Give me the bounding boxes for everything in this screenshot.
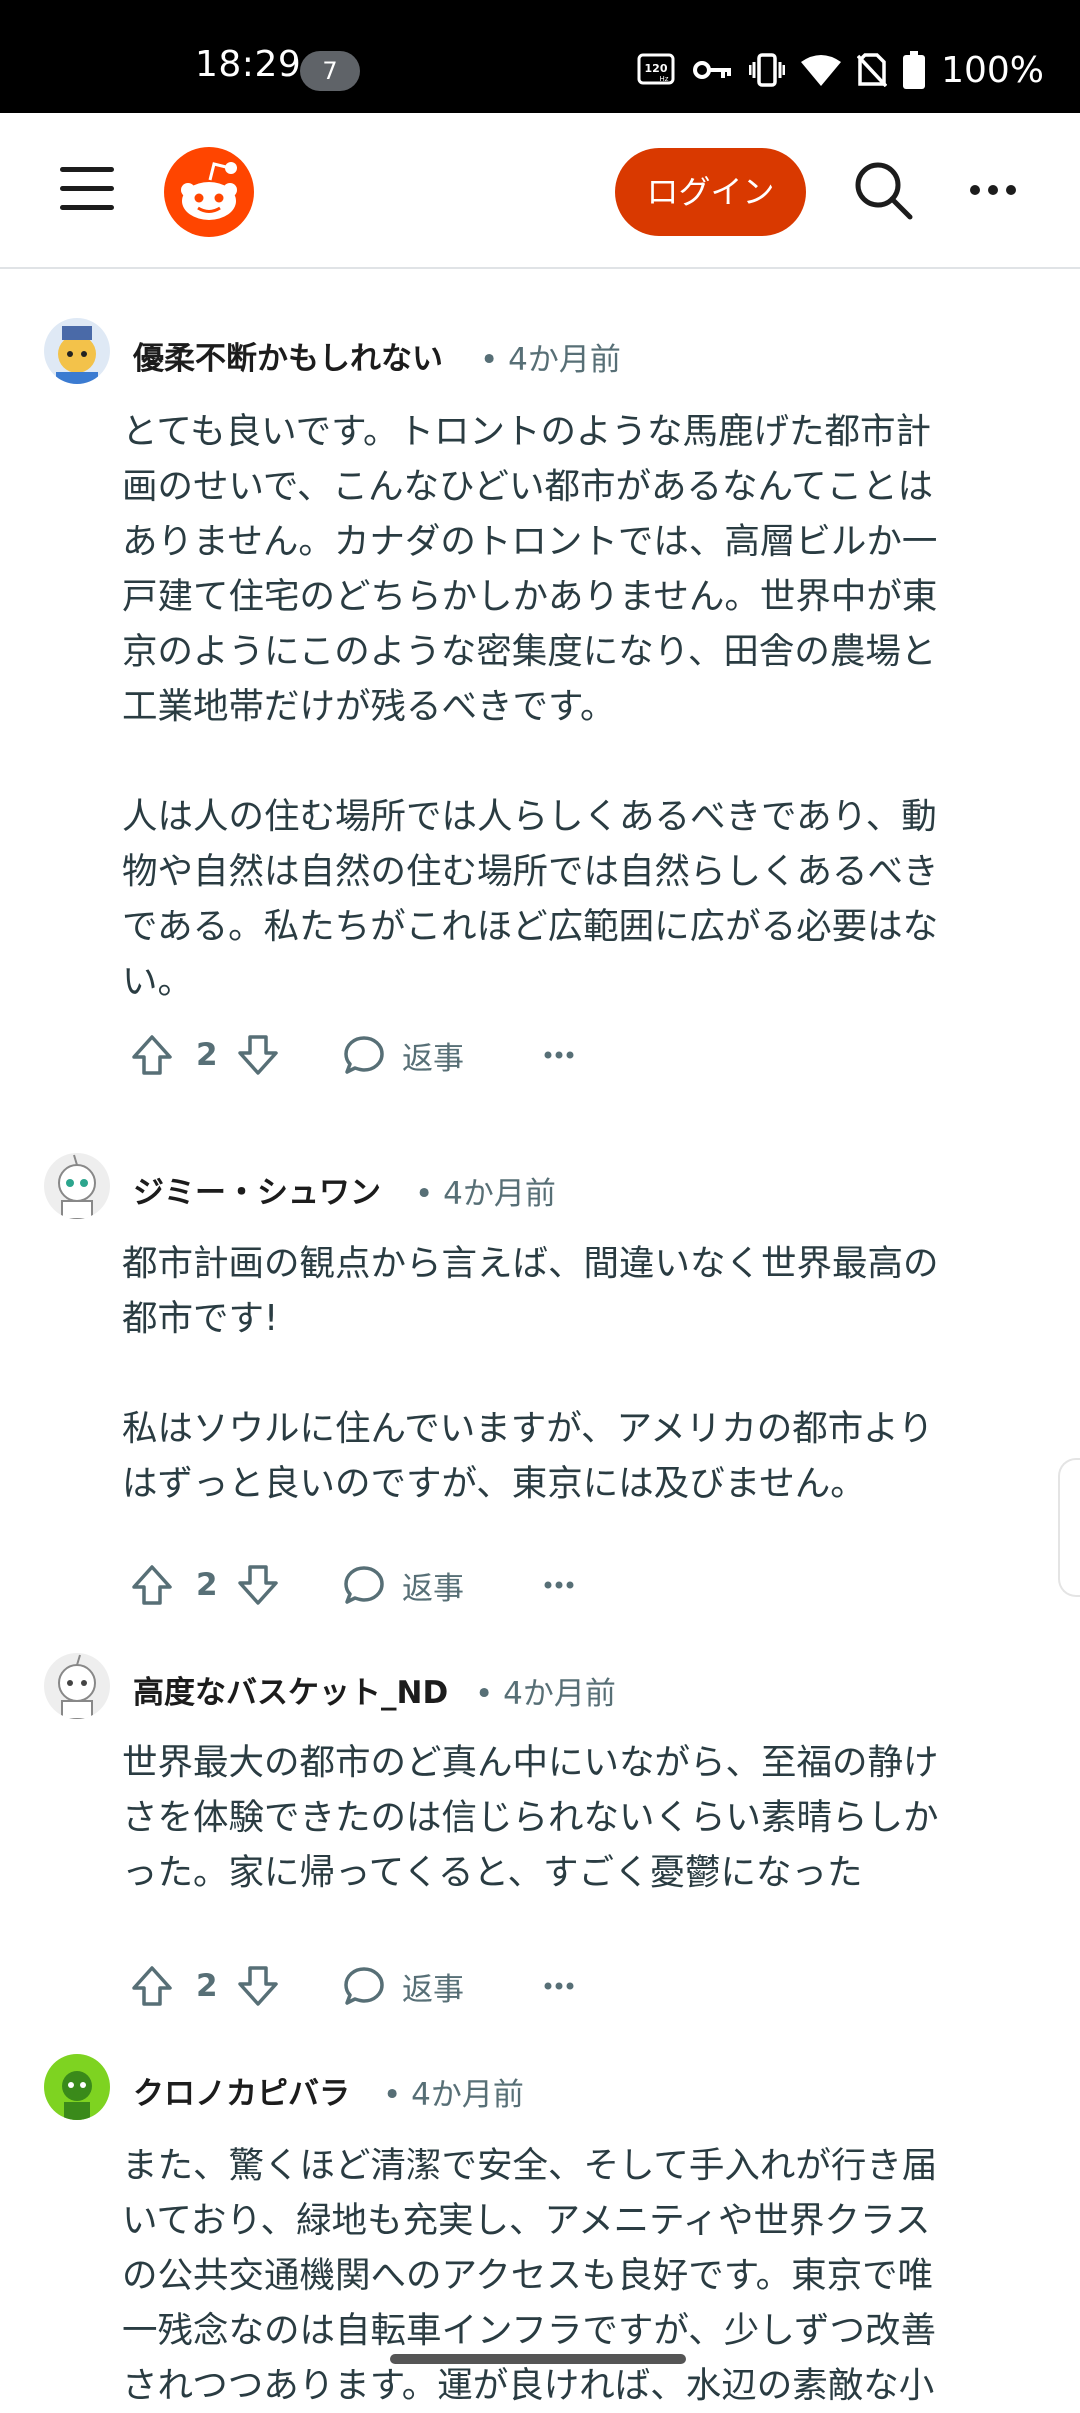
120hz-icon: 120Hz [637,53,675,85]
comment-line: の公共交通機関へのアクセスも良好です。東京で唯 [122,2255,934,2296]
comment-time: • 4か月前 [480,342,621,378]
comment-paragraph: また、驚くほど清潔で安全、そして手入れが行き届 いており、緑地も充実し、アメニテ… [122,2138,1012,2413]
no-sim-icon [857,53,888,87]
more-icon[interactable] [968,173,1018,207]
app-header: ログイン [0,113,1080,269]
avatar[interactable] [44,318,110,384]
comment-author[interactable]: ジミー・シュワン [133,1167,381,1212]
menu-icon[interactable] [60,167,114,211]
comment-paragraph: とても良いです。トロントのような馬鹿げた都市計 画のせいで、こんなひどい都市があ… [122,404,1012,734]
login-button[interactable]: ログイン [615,148,806,236]
vote-count: 2 [196,1037,218,1073]
comment-line: 戸建て住宅のどちらかしかありません。世界中が東 [122,576,938,617]
edge-panel-handle[interactable] [1058,1458,1080,1597]
notification-count-badge: 7 [300,51,360,91]
search-icon[interactable] [852,159,914,221]
comment-line: い。 [122,961,194,1002]
comment-actions: 2 返事 [130,1555,610,1615]
comment-line: である。私たちがこれほど広範囲に広がる必要はな [122,906,939,947]
reply-label: 返事 [402,1971,464,2008]
reply-label: 返事 [402,1570,464,1607]
status-time: 18:29 [195,44,302,85]
avatar[interactable] [44,1153,110,1219]
comment-line: った。家に帰ってくると、すごく憂鬱になった [122,1852,863,1893]
reply-icon [344,1036,384,1074]
vote-count: 2 [196,1567,218,1603]
reply-icon [344,1967,384,2005]
gesture-bar[interactable] [390,2354,686,2364]
avatar[interactable] [44,1653,110,1719]
comment-line: 私はソウルに住んでいますが、アメリカの都市より [122,1408,934,1449]
comment-line: はずっと良いのですが、東京には及びません。 [122,1463,866,1504]
comment-paragraph: 世界最大の都市のど真ん中にいながら、至福の静け さを体験できたのは信じられないく… [122,1735,1012,1900]
comment-line: 画のせいで、こんなひどい都市があるなんてことは [122,466,934,507]
reply-button[interactable]: 返事 [342,1025,464,1085]
comment-author[interactable]: 優柔不断かもしれない [133,333,443,378]
battery-icon [903,51,926,89]
comment-author[interactable]: 高度なバスケット_ND [133,1667,448,1712]
comment-time: • 4か月前 [415,1176,556,1212]
comment-body: 都市計画の観点から言えば、間違いなく世界最高の 都市です! 私はソウルに住んでい… [122,1236,1012,1511]
comment-body: また、驚くほど清潔で安全、そして手入れが行き届 いており、緑地も充実し、アメニテ… [122,2138,1012,2413]
vibrate-icon [749,53,786,87]
comment-paragraph: 都市計画の観点から言えば、間違いなく世界最高の 都市です! [122,1236,1012,1346]
comment-line: ありません。カナダのトロントでは、高層ビルか一 [122,521,938,562]
vpn-key-icon [693,61,732,79]
battery-percent: 100% [941,49,1044,91]
comment-more-icon[interactable] [544,1025,574,1085]
comment-time: • 4か月前 [475,1676,616,1712]
comment-paragraph: 私はソウルに住んでいますが、アメリカの都市より はずっと良いのですが、東京には及… [122,1401,1012,1511]
comment-line: 物や自然は自然の住む場所では自然らしくあるべき [122,851,939,892]
reply-button[interactable]: 返事 [342,1555,464,1615]
downvote-icon[interactable] [236,1025,280,1085]
comment-more-icon[interactable] [544,1956,574,2016]
comment-line: また、驚くほど清潔で安全、そして手入れが行き届 [122,2145,938,2186]
comment-body: 世界最大の都市のど真ん中にいながら、至福の静け さを体験できたのは信じられないく… [122,1735,1012,1900]
comment-line: 世界最大の都市のど真ん中にいながら、至福の静け [122,1742,939,1783]
comment-author[interactable]: クロノカピバラ [133,2068,350,2113]
comment-line: とても良いです。トロントのような馬鹿げた都市計 [122,411,932,452]
comment-body: とても良いです。トロントのような馬鹿げた都市計 画のせいで、こんなひどい都市があ… [122,404,1012,1009]
comment-paragraph: 人は人の住む場所では人らしくあるべきであり、動 物や自然は自然の住む場所では自然… [122,789,1012,1009]
reddit-logo-icon[interactable] [164,147,254,237]
comment-line: 一残念なのは自転車インフラですが、少しずつ改善 [122,2310,937,2351]
comment-time: • 4か月前 [383,2077,524,2113]
comment-more-icon[interactable] [544,1555,574,1615]
upvote-icon[interactable] [130,1025,174,1085]
comment-actions: 2 返事 [130,1025,610,1085]
reply-label: 返事 [402,1040,464,1077]
downvote-icon[interactable] [236,1555,280,1615]
comment-line: 京のようにこのような密集度になり、田舎の農場と [122,631,937,672]
downvote-icon[interactable] [236,1956,280,2016]
svg-text:120: 120 [645,62,668,75]
reply-icon [344,1566,384,1604]
comment-line: いており、緑地も充実し、アメニティや世界クラス [122,2200,931,2241]
vote-count: 2 [196,1968,218,2004]
comment-line: 都市です! [122,1298,279,1339]
svg-text:Hz: Hz [660,75,669,83]
wifi-icon [801,55,842,86]
comment-line: 人は人の住む場所では人らしくあるべきであり、動 [122,796,937,837]
reply-button[interactable]: 返事 [342,1956,464,2016]
upvote-icon[interactable] [130,1956,174,2016]
status-icons: 120 Hz 100% [637,46,1044,94]
comment-line: 工業地帯だけが残るべきです。 [122,686,616,727]
status-bar: 18:29 7 120 Hz 100% [0,0,1080,113]
comment-actions: 2 返事 [130,1956,610,2016]
comment-line: 都市計画の観点から言えば、間違いなく世界最高の [122,1243,939,1284]
upvote-icon[interactable] [130,1555,174,1615]
avatar[interactable] [44,2054,110,2120]
comment-line: さを体験できたのは信じられないくらい素晴らしか [122,1797,939,1838]
